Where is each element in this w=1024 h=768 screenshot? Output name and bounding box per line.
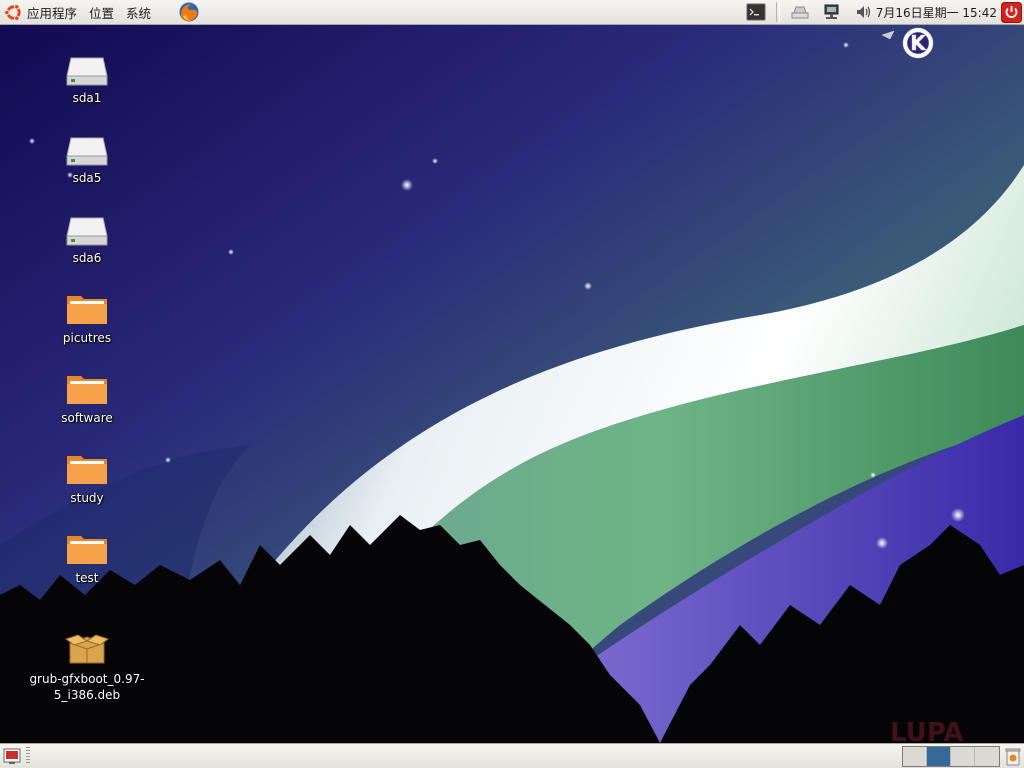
show-desktop-icon <box>3 748 21 764</box>
terminal-icon[interactable] <box>746 2 766 22</box>
firefox-icon[interactable] <box>178 1 200 23</box>
desktop-icon-sda6[interactable]: sda6 <box>27 212 147 266</box>
printer-icon[interactable] <box>790 2 810 22</box>
workspace-switcher[interactable] <box>902 745 1000 767</box>
desktop-icon-label: study <box>70 491 104 505</box>
desktop-icon-label-line1: grub-gfxboot_0.97- <box>29 672 145 686</box>
drive-icon <box>66 217 108 246</box>
volume-icon[interactable] <box>854 2 874 22</box>
ubuntu-logo-icon <box>4 3 21 21</box>
notification-area: 7月16日星期一 15:42 <box>740 0 1024 25</box>
desktop-icon-study[interactable]: study <box>27 450 147 506</box>
folder-icon <box>67 536 107 564</box>
desktop[interactable]: LUPA K sda1 sda5 sda6 picutres software … <box>0 25 1024 743</box>
desktop-icon-software[interactable]: software <box>27 370 147 426</box>
tray-separator <box>775 2 780 22</box>
desktop-icon-sda1[interactable]: sda1 <box>27 52 147 106</box>
system-menu-label: 系统 <box>126 5 152 21</box>
panel-grip[interactable] <box>26 747 30 765</box>
power-icon[interactable] <box>1001 1 1022 23</box>
applications-menu-label: 应用程序 <box>27 5 78 21</box>
places-menu[interactable]: 位置 <box>84 0 121 25</box>
desktop-icon-label: test <box>75 571 99 585</box>
desktop-icon-label: software <box>61 411 113 425</box>
desktop-icon-grub-deb[interactable]: grub-gfxboot_0.97- 5_i386.deb <box>27 631 147 703</box>
folder-icon <box>67 456 107 484</box>
system-menu[interactable]: 系统 <box>121 0 158 25</box>
wallpaper: LUPA <box>0 25 1024 743</box>
kde-logo-icon: K <box>881 27 934 59</box>
main-menu-bar: 应用程序 位置 系统 <box>0 0 158 25</box>
drive-icon <box>66 57 108 86</box>
top-panel: 应用程序 位置 系统 7月16日星期一 15:42 <box>0 0 1024 25</box>
workspace-2[interactable] <box>927 746 951 766</box>
network-icon[interactable] <box>822 2 842 22</box>
desktop-icon-label: sda6 <box>72 251 102 265</box>
desktop-icon-label-line2: 5_i386.deb <box>53 688 121 702</box>
workspace-1[interactable] <box>903 746 927 766</box>
kde-logo-letter: K <box>910 31 927 55</box>
clock[interactable]: 7月16日星期一 15:42 <box>876 4 997 21</box>
places-menu-label: 位置 <box>89 5 115 21</box>
desktop-icon-test[interactable]: test <box>27 530 147 586</box>
desktop-icon-picutres[interactable]: picutres <box>27 290 147 346</box>
desktop-icon-label: sda1 <box>72 91 102 105</box>
drive-icon <box>66 137 108 166</box>
svg-text:LUPA: LUPA <box>890 718 964 743</box>
folder-icon <box>67 376 107 404</box>
desktop-icon-label: sda5 <box>72 171 102 185</box>
applications-menu[interactable]: 应用程序 <box>0 0 84 25</box>
desktop-icon-sda5[interactable]: sda5 <box>27 132 147 186</box>
workspace-4[interactable] <box>975 746 999 766</box>
trash-icon[interactable] <box>1004 745 1022 767</box>
bottom-panel <box>0 743 1024 768</box>
workspace-3[interactable] <box>951 746 975 766</box>
package-icon <box>64 634 110 664</box>
folder-icon <box>67 296 107 324</box>
show-desktop-button[interactable] <box>2 746 22 766</box>
desktop-icon-label: picutres <box>62 331 112 345</box>
